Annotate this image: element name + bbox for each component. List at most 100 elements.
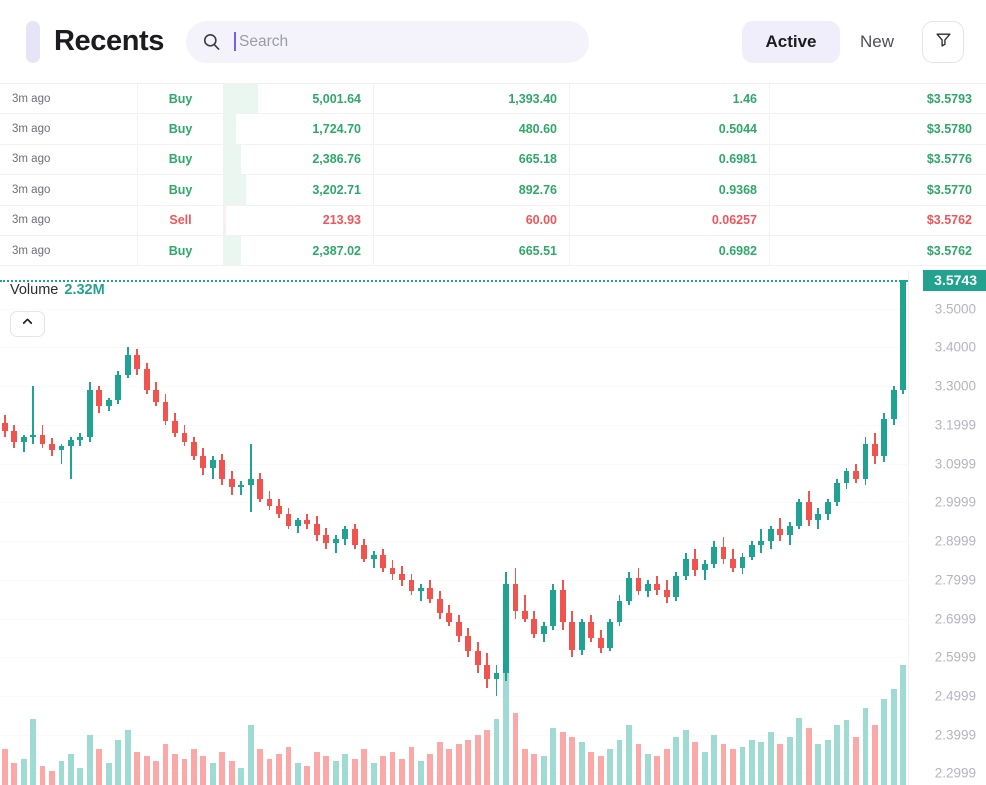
volume-bar	[474, 734, 481, 785]
cell-quantity: 0.9368	[570, 175, 770, 205]
page-title: Recents	[54, 25, 165, 57]
volume-bar	[673, 737, 680, 785]
candle-body	[550, 589, 557, 627]
candle-body	[853, 471, 859, 480]
cell-price: $3.5793	[926, 91, 972, 106]
cell-side: Buy	[138, 114, 224, 144]
volume-bar	[654, 756, 661, 785]
volume-bar	[663, 749, 670, 785]
candle-body	[96, 390, 103, 406]
candle-body	[209, 459, 216, 468]
candle-body	[58, 446, 65, 451]
candle-body	[796, 502, 803, 526]
axis-tick-label: 2.2999	[934, 765, 976, 781]
cell-total: 892.76	[374, 175, 570, 205]
search-input[interactable]: Search	[186, 20, 590, 63]
current-price-line	[0, 280, 908, 282]
volume-bar	[285, 746, 292, 785]
volume-bar	[512, 713, 519, 785]
grid-line	[0, 618, 908, 620]
recent-trades-table: 3m ago Buy 5,001.64 1,393.40 1.46 $3.5793 3m a…	[0, 83, 986, 270]
volume-bar	[522, 749, 528, 785]
cell-time: 3m ago	[0, 84, 138, 114]
axis-tick-label: 3.0999	[934, 456, 976, 472]
axis-tick-label: 3.5000	[934, 301, 976, 317]
volume-bar	[559, 732, 566, 785]
volume-bar	[266, 758, 273, 785]
candle-wick	[419, 583, 422, 602]
axis-tick-label: 2.8999	[934, 533, 976, 549]
table-row[interactable]: 3m ago Sell 213.93 60.00 0.06257 $3.5762	[0, 205, 986, 236]
volume-bar	[644, 753, 651, 785]
volume-bar	[540, 756, 547, 785]
axis-tick-label: 2.3999	[934, 727, 976, 743]
table-row[interactable]: 3m ago Buy 2,386.76 665.18 0.6981 $3.5776	[0, 144, 986, 176]
volume-bar	[824, 739, 831, 785]
candle-body	[824, 502, 831, 514]
cell-time: 3m ago	[0, 175, 138, 205]
tab-new[interactable]: New	[840, 21, 914, 63]
candle-body	[153, 390, 159, 402]
filter-funnel-icon	[935, 31, 952, 53]
candle-body	[332, 539, 339, 544]
candle-body	[49, 444, 55, 451]
volume-bar	[313, 751, 320, 785]
volume-bar	[417, 761, 424, 785]
tab-active[interactable]: Active	[741, 20, 840, 63]
cell-side: Buy	[138, 175, 224, 205]
price-chart[interactable]: Volume 2.32M 3.5000 3.4000 3.3000 3.1999 3.09…	[0, 270, 986, 785]
chevron-up-icon	[21, 315, 34, 333]
candle-body	[162, 401, 169, 422]
axis-tick-label: 2.5999	[934, 649, 976, 665]
candle-body	[399, 574, 405, 580]
volume-bar	[616, 739, 623, 785]
volume-bar	[361, 749, 368, 785]
axis-tick-label: 3.3000	[934, 378, 976, 394]
volume-bar	[30, 719, 37, 785]
candle-body	[654, 583, 661, 590]
volume-bar	[143, 756, 150, 785]
table-row[interactable]: 3m ago Buy 1,724.70 480.60 0.5044 $3.5780	[0, 114, 986, 145]
candle-body	[786, 525, 793, 536]
volume-legend: Volume 2.32M	[10, 282, 105, 298]
candle-body	[474, 651, 481, 666]
volume-bar	[730, 749, 736, 785]
candle-body	[172, 421, 178, 433]
table-row[interactable]: 3m ago Buy 3,202.71 892.76 0.9368 $3.5770	[0, 175, 986, 206]
chart-plot-area[interactable]	[0, 270, 908, 785]
candle-body	[105, 399, 112, 406]
cell-quantity: 0.06257	[570, 205, 770, 235]
table-row[interactable]: 3m ago Buy 2,387.02 665.51 0.6982 $3.5762	[0, 235, 986, 267]
search-caret	[234, 32, 237, 51]
grid-line	[0, 657, 908, 659]
price-axis[interactable]: 3.5000 3.4000 3.3000 3.1999 3.0999 2.9999 2.89…	[908, 270, 986, 785]
candle-body	[313, 523, 320, 536]
volume-bar	[446, 749, 453, 785]
candle-body	[749, 544, 755, 557]
axis-tick-label: 3.1999	[934, 417, 976, 433]
candle-body	[1, 423, 8, 431]
volume-bar	[370, 763, 377, 785]
collapse-pane-button[interactable]	[10, 311, 45, 337]
cell-total: 480.60	[374, 114, 570, 144]
cell-time: 3m ago	[0, 114, 138, 144]
table-row[interactable]: 3m ago Buy 5,001.64 1,393.40 1.46 $3.5793	[0, 84, 986, 115]
volume-bar	[257, 749, 264, 785]
candle-body	[257, 479, 264, 499]
volume-bar	[247, 725, 254, 785]
current-price-badge: 3.5743	[923, 270, 986, 291]
candle-body	[181, 432, 188, 443]
candle-body	[304, 519, 311, 524]
filter-button[interactable]	[922, 20, 964, 63]
volume-bar	[105, 763, 112, 785]
grid-line	[0, 386, 908, 388]
candle-body	[351, 529, 358, 545]
cell-total: 665.18	[374, 144, 570, 175]
candle-body	[588, 622, 595, 638]
volume-bar	[200, 756, 207, 785]
candle-body	[380, 554, 386, 569]
candle-body	[692, 558, 699, 571]
volume-bar	[682, 729, 689, 785]
volume-bar	[11, 763, 18, 785]
volume-bar	[162, 744, 169, 785]
